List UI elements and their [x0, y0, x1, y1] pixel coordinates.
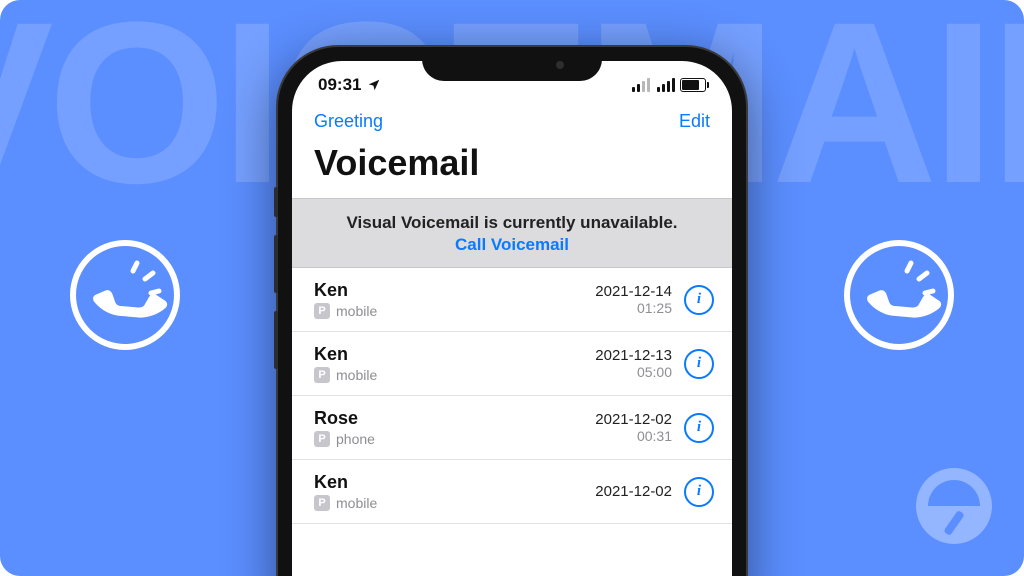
brand-logo-icon — [914, 466, 994, 546]
voicemail-date: 2021-12-02 — [595, 411, 672, 428]
phone-notch — [422, 47, 602, 81]
cellular-signal-icon — [632, 78, 650, 92]
voicemail-row-left: Ken Pmobile — [314, 344, 583, 383]
voicemail-source-label: mobile — [336, 367, 377, 383]
phone-screen: 09:31 Gree — [292, 61, 732, 576]
phone-side-buttons — [274, 187, 278, 387]
voicemail-row[interactable]: Rose Pphone 2021-12-0200:31 i — [292, 396, 732, 460]
info-button[interactable]: i — [684, 413, 714, 443]
phone-ring-icon — [839, 235, 959, 355]
greeting-button[interactable]: Greeting — [314, 111, 383, 132]
p-badge-icon: P — [314, 367, 330, 383]
voicemail-duration: 00:31 — [595, 428, 672, 444]
voicemail-caller-name: Ken — [314, 472, 583, 493]
voicemail-duration: 01:25 — [595, 300, 672, 316]
voicemail-row-right: 2021-12-02 — [595, 483, 672, 500]
voicemail-row[interactable]: Ken Pmobile 2021-12-1305:00 i — [292, 332, 732, 396]
voicemail-row-left: Ken Pmobile — [314, 280, 583, 319]
banner-message: Visual Voicemail is currently unavailabl… — [314, 213, 710, 233]
edit-button[interactable]: Edit — [679, 111, 710, 132]
location-icon — [367, 78, 381, 92]
p-badge-icon: P — [314, 303, 330, 319]
voicemail-list: Ken Pmobile 2021-12-1401:25 i Ken Pmobile 2021… — [292, 268, 732, 524]
hero-card: VOICEMAIL 09:31 — [0, 0, 1024, 576]
phone-ring-icon — [65, 235, 185, 355]
voicemail-source-label: mobile — [336, 495, 377, 511]
voicemail-row-right: 2021-12-1401:25 — [595, 283, 672, 316]
voicemail-source: Pphone — [314, 431, 583, 447]
info-button[interactable]: i — [684, 477, 714, 507]
page-title: Voicemail — [292, 138, 732, 198]
voicemail-source-label: mobile — [336, 303, 377, 319]
voicemail-source: Pmobile — [314, 367, 583, 383]
voicemail-row-right: 2021-12-1305:00 — [595, 347, 672, 380]
call-voicemail-button[interactable]: Call Voicemail — [314, 235, 710, 255]
voicemail-caller-name: Rose — [314, 408, 583, 429]
voicemail-date: 2021-12-13 — [595, 347, 672, 364]
voicemail-caller-name: Ken — [314, 280, 583, 301]
status-time: 09:31 — [318, 75, 361, 95]
p-badge-icon: P — [314, 431, 330, 447]
voicemail-row-right: 2021-12-0200:31 — [595, 411, 672, 444]
p-badge-icon: P — [314, 495, 330, 511]
voicemail-date: 2021-12-02 — [595, 483, 672, 500]
voicemail-source-label: phone — [336, 431, 375, 447]
info-button[interactable]: i — [684, 349, 714, 379]
voicemail-source: Pmobile — [314, 495, 583, 511]
voicemail-date: 2021-12-14 — [595, 283, 672, 300]
voicemail-row[interactable]: Ken Pmobile 2021-12-02 i — [292, 460, 732, 524]
info-button[interactable]: i — [684, 285, 714, 315]
voicemail-caller-name: Ken — [314, 344, 583, 365]
cellular-signal-secondary-icon — [657, 78, 675, 92]
battery-icon — [680, 78, 706, 92]
voicemail-row-left: Ken Pmobile — [314, 472, 583, 511]
unavailable-banner: Visual Voicemail is currently unavailabl… — [292, 198, 732, 268]
voicemail-source: Pmobile — [314, 303, 583, 319]
voicemail-row[interactable]: Ken Pmobile 2021-12-1401:25 i — [292, 268, 732, 332]
nav-bar: Greeting Edit — [292, 109, 732, 138]
voicemail-row-left: Rose Pphone — [314, 408, 583, 447]
phone-frame: 09:31 Gree — [276, 45, 748, 576]
voicemail-duration: 05:00 — [595, 364, 672, 380]
